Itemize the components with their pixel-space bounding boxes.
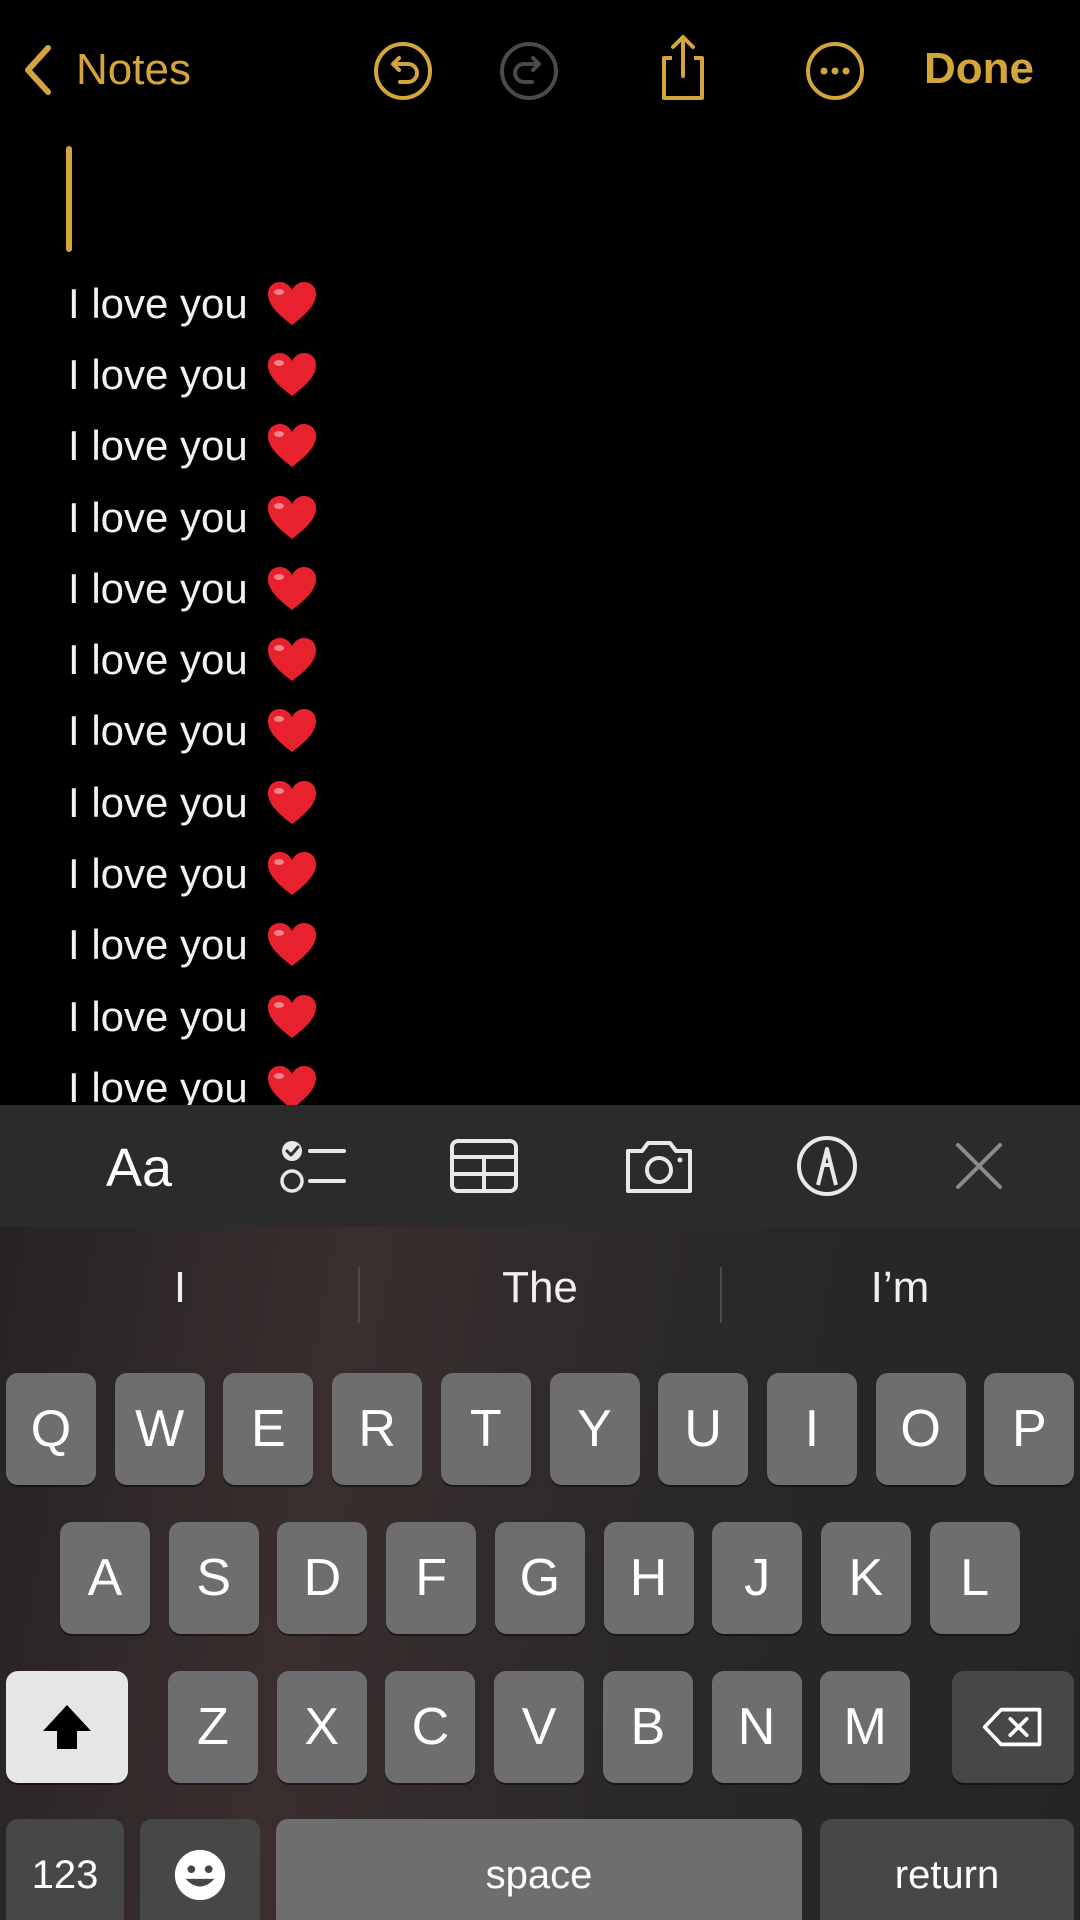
keyboard: I The I’m QWERTYUIOPASDFGHJKLZXCVBNM 123: [0, 1227, 1080, 1920]
red-heart-icon: [267, 566, 316, 610]
key-i[interactable]: I: [766, 1373, 857, 1485]
table-icon[interactable]: [448, 1133, 520, 1199]
key-e[interactable]: E: [223, 1373, 314, 1485]
note-line-text: I love you: [68, 493, 248, 541]
note-body[interactable]: I love you I love you I love you I love you…: [0, 140, 1080, 1105]
note-line: I love you: [68, 339, 318, 410]
red-heart-icon: [267, 780, 316, 824]
key-h[interactable]: H: [603, 1522, 694, 1634]
shift-key[interactable]: [6, 1671, 128, 1783]
emoji-smiley-icon: [174, 1849, 226, 1901]
note-line: I love you: [68, 553, 318, 624]
formatting-toolbar: Aa: [0, 1105, 1080, 1227]
prediction-3[interactable]: I’m: [720, 1263, 1080, 1313]
note-line: I love you: [68, 624, 318, 695]
text-cursor: [66, 146, 72, 252]
key-a[interactable]: A: [60, 1522, 150, 1634]
markup-icon[interactable]: [794, 1133, 860, 1199]
key-u[interactable]: U: [658, 1373, 749, 1485]
key-t[interactable]: T: [440, 1373, 531, 1485]
note-line: I love you: [68, 1052, 318, 1105]
key-b[interactable]: B: [602, 1671, 693, 1783]
back-to-notes-button[interactable]: Notes: [20, 38, 191, 102]
key-m[interactable]: M: [820, 1671, 911, 1783]
key-x[interactable]: X: [276, 1671, 367, 1783]
red-heart-icon: [267, 1065, 316, 1105]
key-l[interactable]: L: [929, 1522, 1020, 1634]
note-line: I love you: [68, 482, 318, 553]
key-v[interactable]: V: [494, 1671, 585, 1783]
key-p[interactable]: P: [984, 1373, 1075, 1485]
note-line-text: I love you: [68, 778, 248, 826]
note-line-text: I love you: [68, 850, 248, 898]
checklist-icon[interactable]: [278, 1133, 350, 1199]
key-s[interactable]: S: [168, 1522, 259, 1634]
return-key-label: return: [894, 1852, 1000, 1897]
numbers-key-label: 123: [31, 1852, 99, 1897]
note-line-text: I love you: [68, 350, 248, 398]
key-d[interactable]: D: [277, 1522, 368, 1634]
red-heart-icon: [267, 495, 316, 539]
note-line-text: I love you: [68, 707, 248, 755]
camera-icon[interactable]: [622, 1133, 696, 1199]
key-f[interactable]: F: [386, 1522, 477, 1634]
key-n[interactable]: N: [711, 1671, 802, 1783]
red-heart-icon: [267, 923, 316, 967]
note-line: I love you: [68, 767, 318, 838]
key-r[interactable]: R: [332, 1373, 423, 1485]
red-heart-icon: [267, 424, 316, 468]
done-button[interactable]: Done: [924, 44, 1034, 94]
key-y[interactable]: Y: [549, 1373, 640, 1485]
share-icon[interactable]: [652, 32, 714, 104]
note-line: I love you: [68, 696, 318, 767]
prediction-2[interactable]: The: [360, 1263, 720, 1313]
prediction-1[interactable]: I: [0, 1263, 360, 1313]
note-line-text: I love you: [68, 279, 248, 327]
space-key[interactable]: space: [276, 1819, 802, 1920]
return-key[interactable]: return: [820, 1819, 1074, 1920]
note-line-text: I love you: [68, 1063, 248, 1105]
numbers-key[interactable]: 123: [6, 1819, 124, 1920]
key-g[interactable]: G: [494, 1522, 585, 1634]
note-line: I love you: [68, 268, 318, 339]
key-z[interactable]: Z: [168, 1671, 258, 1783]
note-line: I love you: [68, 838, 318, 909]
format-text-button[interactable]: Aa: [106, 1135, 172, 1201]
red-heart-icon: [267, 352, 316, 396]
predictive-text-bar: I The I’m: [0, 1227, 1080, 1357]
undo-icon[interactable]: [372, 40, 434, 102]
key-q[interactable]: Q: [6, 1373, 96, 1485]
note-line: I love you: [68, 411, 318, 482]
space-key-label: space: [485, 1852, 593, 1897]
note-line-text: I love you: [68, 636, 248, 684]
shift-arrow-icon: [43, 1705, 91, 1749]
red-heart-icon: [267, 852, 316, 896]
key-k[interactable]: K: [820, 1522, 911, 1634]
redo-icon[interactable]: [498, 40, 560, 102]
emoji-key[interactable]: [140, 1819, 260, 1920]
red-heart-icon: [267, 709, 316, 753]
note-line: I love you: [68, 910, 318, 981]
note-line-text: I love you: [68, 921, 248, 969]
more-options-icon[interactable]: [804, 40, 866, 102]
note-lines: I love you I love you I love you I love you…: [68, 268, 318, 1105]
red-heart-icon: [267, 994, 316, 1038]
note-line-text: I love you: [68, 564, 248, 612]
notes-editor-screen: Notes Done I love you I love you I love …: [0, 0, 1080, 1920]
note-line-text: I love you: [68, 422, 248, 470]
delete-key[interactable]: [952, 1671, 1074, 1783]
key-c[interactable]: C: [385, 1671, 476, 1783]
chevron-left-icon: [25, 45, 51, 95]
back-label: Notes: [76, 45, 191, 94]
key-o[interactable]: O: [875, 1373, 966, 1485]
note-line: I love you: [68, 981, 318, 1052]
close-icon[interactable]: [952, 1133, 1006, 1199]
red-heart-icon: [267, 281, 316, 325]
red-heart-icon: [267, 638, 316, 682]
navigation-bar: Notes Done: [0, 0, 1080, 140]
key-j[interactable]: J: [712, 1522, 803, 1634]
key-w[interactable]: W: [114, 1373, 205, 1485]
backspace-icon: [982, 1707, 1042, 1747]
note-line-text: I love you: [68, 992, 248, 1040]
